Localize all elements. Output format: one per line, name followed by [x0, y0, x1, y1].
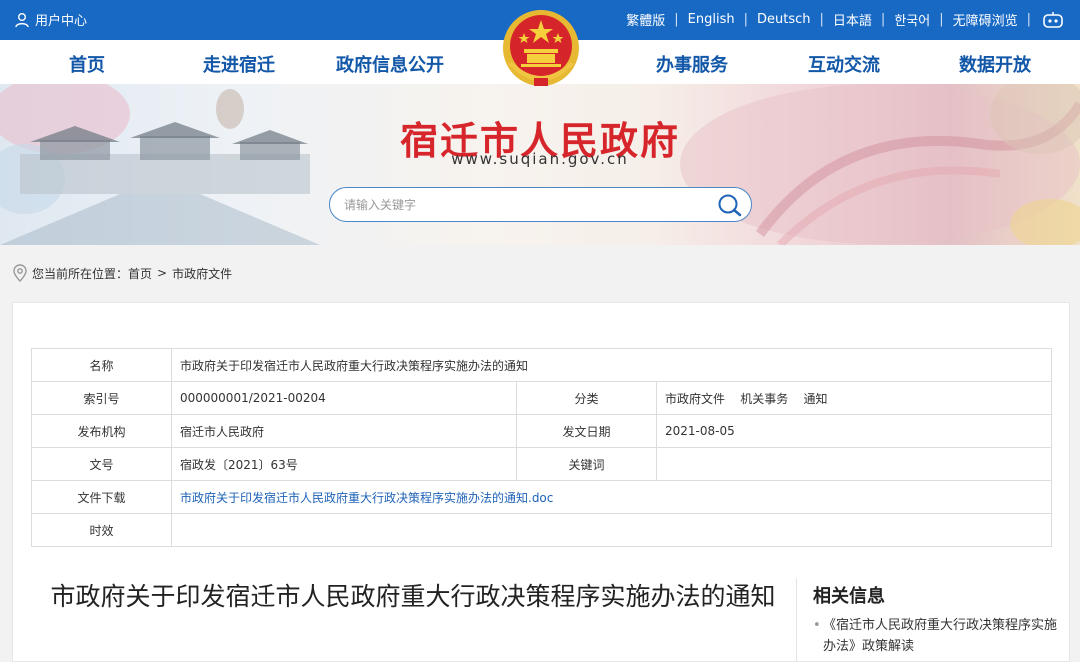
- table-row: 名称 市政府关于印发宿迁市人民政府重大行政决策程序实施办法的通知: [31, 348, 1052, 382]
- download-link[interactable]: 市政府关于印发宿迁市人民政府重大行政决策程序实施办法的通知.doc: [171, 480, 1052, 514]
- table-row: 发布机构 宿迁市人民政府 发文日期 2021-08-05: [31, 414, 1052, 448]
- docno-label: 文号: [31, 447, 172, 481]
- robot-assistant-icon[interactable]: [1042, 11, 1064, 29]
- document-metadata-table: 名称 市政府关于印发宿迁市人民政府重大行政决策程序实施办法的通知 索引号 000…: [31, 348, 1052, 547]
- nav-item-home[interactable]: 首页: [69, 51, 105, 77]
- date-label: 发文日期: [516, 414, 657, 448]
- document-title: 市政府关于印发宿迁市人民政府重大行政决策程序实施办法的通知: [50, 582, 776, 611]
- nav-item-services[interactable]: 办事服务: [656, 51, 728, 77]
- table-row: 文号 宿政发〔2021〕63号 关键词: [31, 447, 1052, 481]
- separator: |: [1026, 12, 1031, 27]
- search-input[interactable]: [344, 196, 704, 214]
- user-center-label: 用户中心: [35, 14, 88, 29]
- publisher-label: 发布机构: [31, 414, 172, 448]
- index-label: 索引号: [31, 381, 172, 415]
- table-row: 文件下载 市政府关于印发宿迁市人民政府重大行政决策程序实施办法的通知.doc: [31, 480, 1052, 514]
- breadcrumb-prefix: 您当前所在位置：: [32, 266, 129, 281]
- category-value: 市政府文件 机关事务 通知: [656, 381, 1052, 415]
- table-row: 时效: [31, 513, 1052, 547]
- language-links: 繁體版 | English | Deutsch | 日本語 | 한국어 | 无障…: [626, 10, 1064, 29]
- publisher-value: 宿迁市人民政府: [171, 414, 517, 448]
- separator: |: [880, 12, 886, 27]
- lang-english[interactable]: English: [688, 12, 735, 27]
- keywords-label: 关键词: [516, 447, 657, 481]
- name-label: 名称: [31, 348, 172, 382]
- lang-german[interactable]: Deutsch: [757, 12, 811, 27]
- keywords-value: [656, 447, 1052, 481]
- lang-korean[interactable]: 한국어: [894, 10, 930, 29]
- name-value: 市政府关于印发宿迁市人民政府重大行政决策程序实施办法的通知: [171, 348, 1052, 382]
- related-info-heading: 相关信息: [813, 586, 885, 607]
- download-label: 文件下载: [31, 480, 172, 514]
- breadcrumb: 您当前所在位置： 首页 > 市政府文件: [12, 264, 232, 282]
- nav-item-interaction[interactable]: 互动交流: [808, 51, 880, 77]
- related-info-link[interactable]: 《宿迁市人民政府重大行政决策程序实施办法》政策解读: [823, 618, 1057, 654]
- related-info-item[interactable]: • 《宿迁市人民政府重大行政决策程序实施办法》政策解读: [813, 615, 1058, 657]
- content-panel: 名称 市政府关于印发宿迁市人民政府重大行政决策程序实施办法的通知 索引号 000…: [12, 302, 1070, 662]
- lang-japanese[interactable]: 日本語: [833, 10, 872, 29]
- bullet: •: [813, 618, 821, 633]
- breadcrumb-home[interactable]: 首页: [128, 265, 152, 282]
- lang-traditional[interactable]: 繁體版: [626, 10, 665, 29]
- separator: |: [674, 12, 679, 27]
- category-label: 分类: [516, 381, 657, 415]
- national-emblem-icon[interactable]: [500, 6, 582, 92]
- separator: |: [743, 12, 748, 27]
- date-value: 2021-08-05: [656, 414, 1052, 448]
- validity-label: 时效: [31, 513, 172, 547]
- table-row: 索引号 000000001/2021-00204 分类 市政府文件 机关事务 通…: [31, 381, 1052, 415]
- nav-item-open-data[interactable]: 数据开放: [959, 51, 1031, 77]
- nav-item-about-suqian[interactable]: 走进宿迁: [203, 51, 275, 77]
- site-url: www.suqian.gov.cn: [451, 150, 629, 168]
- user-center-link[interactable]: 用户中心: [14, 10, 87, 29]
- location-pin-icon: [13, 264, 27, 282]
- index-value: 000000001/2021-00204: [171, 381, 517, 415]
- divider: [796, 578, 797, 662]
- validity-value: [171, 513, 1052, 547]
- accessibility-link[interactable]: 无障碍浏览: [953, 10, 1018, 29]
- user-icon: [15, 12, 29, 27]
- search-icon[interactable]: [717, 193, 743, 217]
- separator: |: [819, 12, 824, 27]
- separator: |: [939, 12, 944, 27]
- header-banner: 宿迁市人民政府 www.suqian.gov.cn: [0, 84, 1080, 245]
- breadcrumb-current[interactable]: 市政府文件: [172, 265, 232, 282]
- breadcrumb-separator: >: [157, 266, 168, 280]
- nav-item-gov-info[interactable]: 政府信息公开: [336, 51, 444, 77]
- docno-value: 宿政发〔2021〕63号: [171, 447, 517, 481]
- search-box: [329, 187, 752, 222]
